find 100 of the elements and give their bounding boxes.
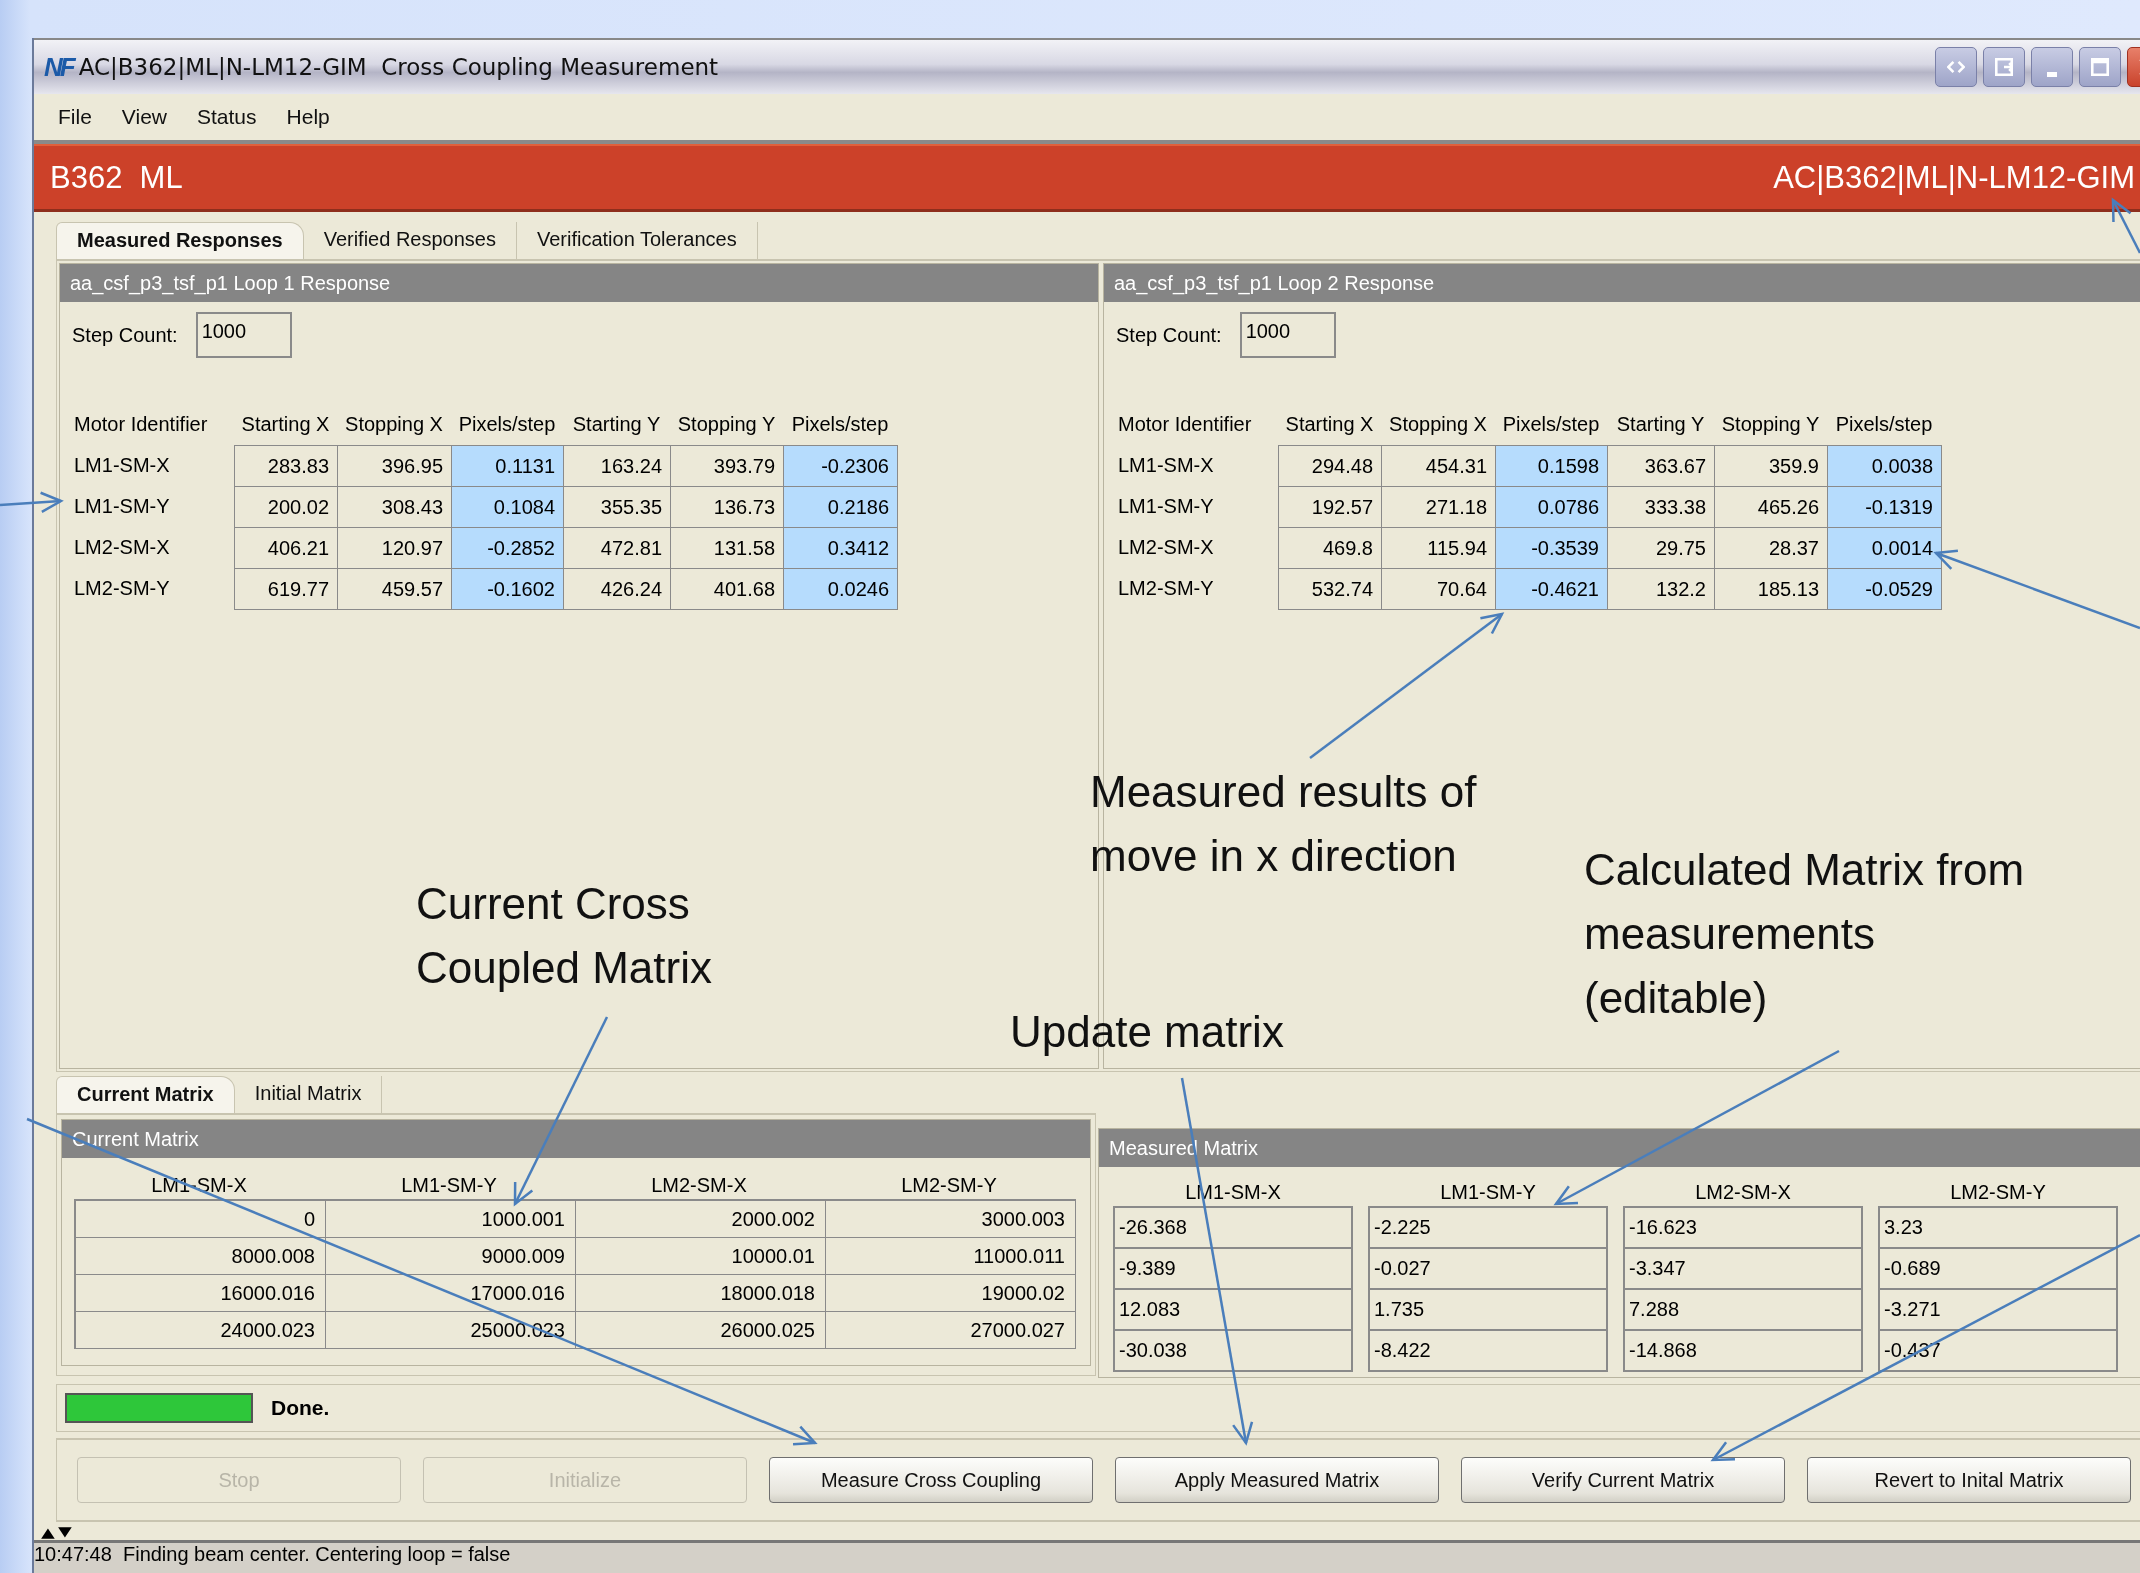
column-header: LM2-SM-X bbox=[1694, 1181, 1792, 1204]
table-cell: 0.2186 bbox=[783, 486, 898, 528]
input-field[interactable]: 1.735 bbox=[1368, 1288, 1608, 1331]
row-label: LM2-SM-X bbox=[74, 535, 171, 560]
column-header: LM1-SM-Y bbox=[1439, 1181, 1537, 1204]
action-button[interactable]: Apply Measured Matrix bbox=[1115, 1457, 1439, 1503]
action-button[interactable]: Verify Current Matrix bbox=[1461, 1457, 1785, 1503]
table-cell: -0.1602 bbox=[451, 568, 564, 610]
minimize-button[interactable] bbox=[2031, 47, 2073, 87]
input-field[interactable]: 1000 bbox=[195, 312, 292, 358]
column-header: Starting X bbox=[240, 412, 331, 437]
table-cell: -0.2306 bbox=[783, 445, 898, 487]
status-text: Done. bbox=[271, 1396, 330, 1420]
window-button[interactable] bbox=[1935, 47, 1977, 87]
annotation-text: Current Cross Coupled Matrix bbox=[416, 878, 712, 994]
input-field[interactable]: -26.368 bbox=[1113, 1206, 1353, 1249]
field-label: Step Count: bbox=[1116, 323, 1222, 347]
column-header: Pixels/step bbox=[1501, 412, 1601, 437]
minimize-icon bbox=[2045, 71, 2059, 77]
column-header: Starting Y bbox=[1615, 412, 1706, 437]
maximize-icon bbox=[2091, 58, 2109, 76]
menu-item[interactable]: View bbox=[121, 105, 167, 129]
row-label: LM2-SM-Y bbox=[1118, 576, 1215, 601]
tab[interactable]: Verified Responses bbox=[303, 222, 517, 259]
row-label: LM2-SM-Y bbox=[74, 576, 171, 601]
table-cell: -0.4621 bbox=[1495, 568, 1608, 610]
column-header: LM2-SM-Y bbox=[1949, 1181, 2047, 1204]
column-header: Pixels/step bbox=[1834, 412, 1934, 437]
app-logo: NF bbox=[44, 51, 73, 83]
input-field[interactable]: -16.623 bbox=[1623, 1206, 1863, 1249]
column-header: Pixels/step bbox=[790, 412, 890, 437]
input-field[interactable]: 1000 bbox=[1239, 312, 1336, 358]
column-header: Motor Identifier bbox=[74, 412, 209, 437]
input-field[interactable]: -9.389 bbox=[1113, 1247, 1353, 1290]
column-header: Stopping Y bbox=[1720, 412, 1821, 437]
input-field[interactable]: 12.083 bbox=[1113, 1288, 1353, 1331]
row-label: LM1-SM-X bbox=[74, 453, 171, 478]
input-field[interactable]: -30.038 bbox=[1113, 1329, 1353, 1372]
input-field[interactable]: -14.868 bbox=[1623, 1329, 1863, 1372]
menu-item[interactable]: File bbox=[58, 105, 92, 129]
banner-text: AC|B362|ML|N-LM12-GIM bbox=[1773, 159, 2135, 196]
arrows-icon bbox=[1947, 58, 1965, 76]
row-label: LM1-SM-Y bbox=[74, 494, 171, 519]
column-header: Starting Y bbox=[571, 412, 662, 437]
column-header: Stopping X bbox=[344, 412, 444, 437]
panel-header: Measured Matrix bbox=[1099, 1129, 2140, 1167]
panel-header: Current Matrix bbox=[62, 1120, 1090, 1158]
tab[interactable]: Verification Tolerances bbox=[516, 222, 758, 259]
column-header: Motor Identifier bbox=[1118, 412, 1253, 437]
table-cell: 0.0014 bbox=[1827, 527, 1942, 569]
table-cell: -0.3539 bbox=[1495, 527, 1608, 569]
tab[interactable]: Measured Responses bbox=[56, 222, 304, 259]
column-header: Starting X bbox=[1284, 412, 1375, 437]
row-label: LM1-SM-Y bbox=[1118, 494, 1215, 519]
annotation-text: Calculated Matrix from measurements (editable) bbox=[1584, 844, 2025, 1024]
table-cell: 0.0786 bbox=[1495, 486, 1608, 528]
input-field[interactable]: -3.347 bbox=[1623, 1247, 1863, 1290]
column-header: Stopping X bbox=[1388, 412, 1488, 437]
annotation-text: Update matrix bbox=[1010, 1006, 1284, 1058]
arrow bbox=[2111, 197, 2140, 254]
row-label: LM1-SM-X bbox=[1118, 453, 1215, 478]
input-field[interactable]: -2.225 bbox=[1368, 1206, 1608, 1249]
window-button[interactable] bbox=[1983, 47, 2025, 87]
table-cell: 0.0246 bbox=[783, 568, 898, 610]
input-field[interactable]: -0.689 bbox=[1878, 1247, 2118, 1290]
column-header: LM2-SM-X bbox=[650, 1174, 748, 1197]
table-cell: 0.0038 bbox=[1827, 445, 1942, 487]
table-cell: 0.3412 bbox=[783, 527, 898, 569]
tab[interactable]: Current Matrix bbox=[56, 1076, 235, 1113]
row-label: LM2-SM-X bbox=[1118, 535, 1215, 560]
table-cell: 532.74 bbox=[1278, 568, 1382, 610]
banner-text: B362 ML bbox=[50, 159, 183, 196]
table-cell: -0.1319 bbox=[1827, 486, 1942, 528]
input-field[interactable]: 3.23 bbox=[1878, 1206, 2118, 1249]
table-cell: -0.2852 bbox=[451, 527, 564, 569]
input-field[interactable]: -3.271 bbox=[1878, 1288, 2118, 1331]
panel-header: aa_csf_p3_tsf_p1 Loop 1 Response bbox=[60, 264, 1098, 302]
table-cell: -0.0529 bbox=[1827, 568, 1942, 610]
table-cell: 619.77 bbox=[234, 568, 338, 610]
input-field[interactable]: 7.288 bbox=[1623, 1288, 1863, 1331]
tab[interactable]: Initial Matrix bbox=[234, 1076, 383, 1113]
input-field[interactable]: -0.027 bbox=[1368, 1247, 1608, 1290]
action-button[interactable]: Revert to Inital Matrix bbox=[1807, 1457, 2131, 1503]
table-cell: 294.48 bbox=[1278, 445, 1382, 487]
menu-item[interactable]: Help bbox=[286, 105, 330, 129]
maximize-button[interactable] bbox=[2079, 47, 2121, 87]
input-field[interactable]: -8.422 bbox=[1368, 1329, 1608, 1372]
splitter-arrows-icon[interactable] bbox=[40, 1526, 74, 1540]
annotation-text: Measured results of move in x direction bbox=[1090, 766, 1477, 882]
status-message: 10:47:48 Finding beam center. Centering loop = false bbox=[34, 1543, 511, 1565]
panel-header: aa_csf_p3_tsf_p1 Loop 2 Response bbox=[1104, 264, 2140, 302]
table-cell: 0.1131 bbox=[451, 445, 564, 487]
table-cell: 0.1084 bbox=[451, 486, 564, 528]
menu-item[interactable]: Status bbox=[197, 105, 257, 129]
arrow bbox=[0, 491, 64, 513]
table-cell: 0 bbox=[75, 1200, 326, 1238]
column-header: Pixels/step bbox=[457, 412, 557, 437]
column-header: Stopping Y bbox=[676, 412, 777, 437]
action-button[interactable]: Measure Cross Coupling bbox=[769, 1457, 1093, 1503]
field-label: Step Count: bbox=[72, 323, 178, 347]
